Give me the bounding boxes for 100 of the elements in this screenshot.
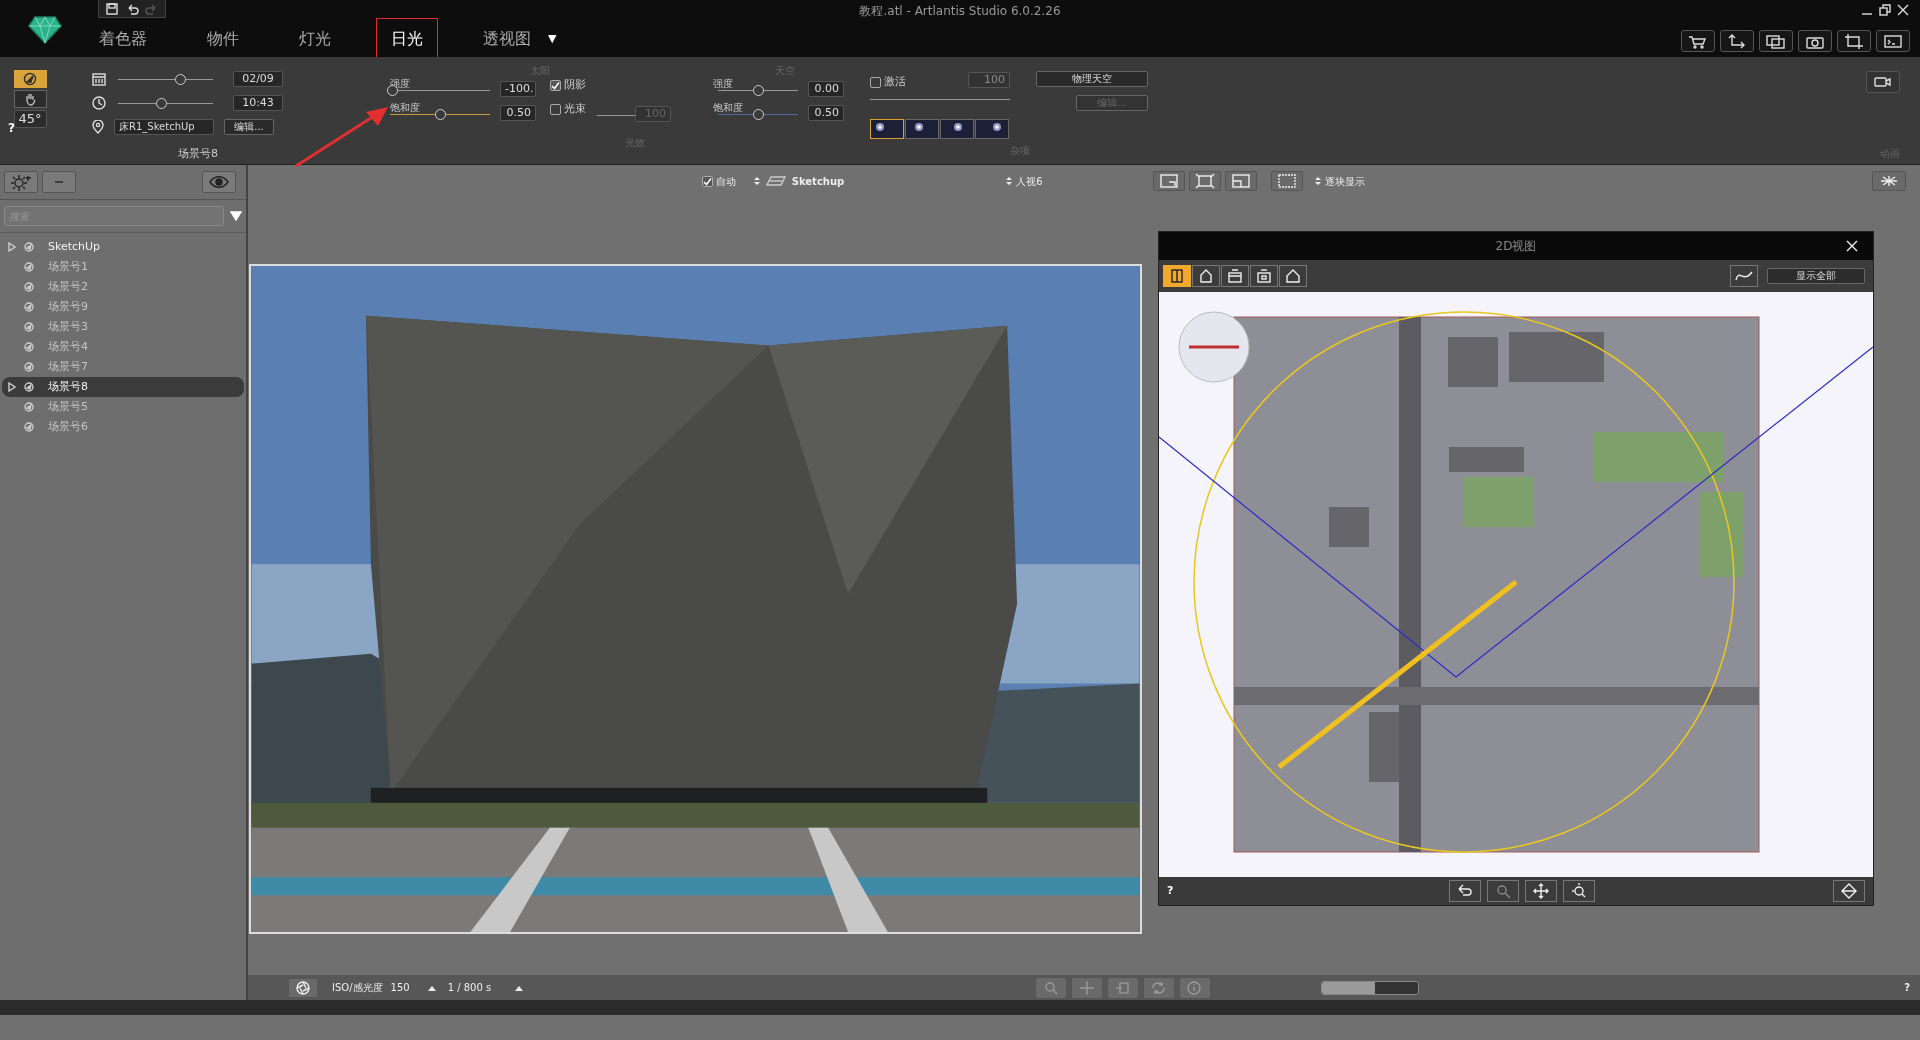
- expand-arrow-icon[interactable]: [8, 382, 16, 392]
- field-label: 饱和度: [713, 101, 743, 115]
- camera-target-icon: [24, 402, 34, 412]
- saturation-value[interactable]: 0.50: [500, 105, 536, 121]
- field-label: 强度: [713, 77, 733, 91]
- sky-preset-thumbnail[interactable]: [870, 119, 904, 139]
- sky-preset-thumbnail[interactable]: [975, 119, 1009, 139]
- navigate-icon[interactable]: [1839, 883, 1859, 899]
- model-dropdown[interactable]: Sketchup: [791, 173, 845, 189]
- sky-intensity-value[interactable]: 0.00: [808, 81, 844, 97]
- sky-saturation-value[interactable]: 0.50: [808, 105, 844, 121]
- frame-corner-icon[interactable]: [1158, 173, 1179, 189]
- calendar-icon: [92, 72, 106, 86]
- checkbox[interactable]: [550, 103, 561, 115]
- view-dropdown[interactable]: 人视6: [1016, 173, 1043, 189]
- view-tool-button[interactable]: [1192, 265, 1220, 287]
- edit-button[interactable]: 编辑...: [224, 119, 274, 135]
- split-icon: [1169, 268, 1185, 284]
- tree-item[interactable]: 场景号8: [2, 377, 244, 397]
- iso-label: ISO/感光度: [332, 981, 383, 995]
- slider-thumb[interactable]: [155, 97, 167, 109]
- camera-target-icon: [24, 422, 34, 432]
- add-light-button[interactable]: [4, 171, 38, 193]
- checkbox-label: 阴影: [563, 77, 586, 93]
- dropdown-arrow[interactable]: ▼: [548, 30, 557, 48]
- field-label: 饱和度: [390, 101, 420, 115]
- slider-thumb[interactable]: [174, 73, 186, 85]
- checkbox-label: 光束: [563, 101, 586, 117]
- time-value[interactable]: 10:43: [233, 95, 283, 111]
- fit-frame-icon[interactable]: [1194, 173, 1215, 189]
- checkbox-label: 激活: [883, 74, 906, 90]
- camera-target-icon: [24, 322, 34, 332]
- scene-caption: 场景号8: [178, 146, 218, 162]
- sun-plus-icon: [9, 173, 33, 191]
- tab[interactable]: 灯光: [284, 18, 346, 60]
- window-title: 教程.atl - Artlantis Studio 6.0.2.26: [859, 3, 1061, 20]
- tab[interactable]: 物件: [192, 18, 254, 60]
- updown-icon[interactable]: [1314, 176, 1321, 186]
- help-icon[interactable]: ?: [1167, 882, 1174, 900]
- sky-preset-thumbnail[interactable]: [940, 119, 974, 139]
- roof-icon: [1285, 268, 1301, 284]
- dropdown-arrow-icon[interactable]: [230, 211, 242, 221]
- tree-item[interactable]: SketchUp: [2, 237, 244, 257]
- tab[interactable]: 透视图: [468, 18, 546, 60]
- restore-icon[interactable]: [1878, 4, 1892, 16]
- angle-value: 45°: [13, 110, 47, 128]
- checkbox[interactable]: [870, 76, 881, 88]
- increase-icon[interactable]: [515, 984, 524, 991]
- location-dropdown[interactable]: 床R1_SketchUp: [114, 119, 214, 135]
- frame-split-icon[interactable]: [1230, 173, 1251, 189]
- slider-thumb[interactable]: [435, 109, 446, 120]
- help-icon[interactable]: ?: [1904, 980, 1910, 995]
- close-icon[interactable]: [1845, 239, 1859, 253]
- remove-button[interactable]: [42, 171, 76, 193]
- intensity-value[interactable]: -100.: [500, 81, 536, 97]
- tab[interactable]: 着色器: [84, 18, 162, 60]
- render-mode-dropdown[interactable]: 逐块显示: [1324, 173, 1365, 189]
- box-icon: [1227, 268, 1243, 284]
- compass-icon: [23, 72, 37, 86]
- panel-title: 2D视图: [1495, 238, 1537, 255]
- increase-icon[interactable]: [427, 984, 436, 991]
- visibility-button[interactable]: [202, 171, 236, 193]
- curve-icon[interactable]: [1735, 270, 1753, 282]
- sky-mode-dropdown[interactable]: 物理天空: [1036, 71, 1148, 87]
- expand-arrow-icon[interactable]: [8, 242, 16, 252]
- sky-preset-thumbnail[interactable]: [905, 119, 939, 139]
- eye-icon: [209, 176, 229, 188]
- save-icon[interactable]: [105, 1, 119, 16]
- box2-icon: [1256, 268, 1272, 284]
- date-value[interactable]: 02/09: [233, 71, 283, 87]
- slider-thumb[interactable]: [753, 109, 764, 120]
- display-dropdown[interactable]: 显示全部: [1767, 268, 1865, 284]
- light-burst-icon[interactable]: [1878, 174, 1900, 188]
- camera-target-icon: [24, 342, 34, 352]
- hand-icon: [23, 92, 37, 106]
- house-icon: [1198, 268, 1214, 284]
- video-camera-icon[interactable]: [1873, 75, 1893, 89]
- camera-target-icon: [24, 282, 34, 292]
- updown-icon[interactable]: [753, 176, 760, 186]
- view-tool-button[interactable]: [1279, 265, 1307, 287]
- camera-target-icon: [24, 302, 34, 312]
- render-region-icon[interactable]: [1276, 173, 1297, 189]
- checkbox[interactable]: [550, 79, 561, 91]
- clock-icon: [92, 96, 106, 110]
- shutter-value[interactable]: 1 / 800 s: [447, 980, 492, 995]
- iso-value[interactable]: 150: [390, 980, 410, 995]
- updown-icon[interactable]: [1006, 176, 1013, 186]
- close-icon[interactable]: [1896, 4, 1910, 16]
- mode-button[interactable]: [13, 90, 47, 108]
- checkbox[interactable]: [702, 175, 713, 187]
- aperture-icon[interactable]: [295, 979, 311, 996]
- view-tool-button[interactable]: [1163, 265, 1191, 287]
- camera-target-icon: [24, 242, 34, 252]
- camera-target-icon: [24, 362, 34, 372]
- camera-target-icon: [24, 262, 34, 272]
- slider-thumb[interactable]: [753, 85, 764, 96]
- view-tool-button[interactable]: [1221, 265, 1249, 287]
- view-tool-button[interactable]: [1250, 265, 1278, 287]
- help-icon[interactable]: ?: [8, 119, 15, 137]
- mode-button[interactable]: [13, 70, 47, 88]
